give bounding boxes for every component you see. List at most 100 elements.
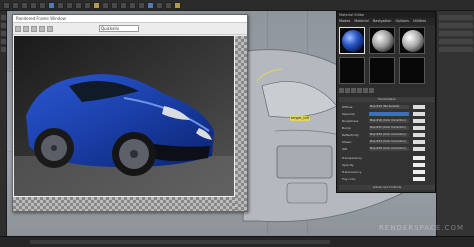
render-window-checker-bottom: [13, 197, 235, 211]
param-map-button[interactable]: Map #16 (Color Correction): [369, 119, 409, 123]
clone-icon[interactable]: [31, 25, 37, 32]
param-label: Roughness: [342, 119, 359, 123]
material-editor-icon[interactable]: [147, 1, 154, 9]
display-icon[interactable]: [1, 47, 6, 52]
assign-material-icon[interactable]: [351, 88, 356, 93]
redo-icon[interactable]: [12, 1, 19, 9]
param-row: Specular: [339, 111, 435, 117]
copy-icon[interactable]: [23, 25, 29, 32]
scale-icon[interactable]: [66, 1, 73, 9]
menu-options[interactable]: Options: [395, 18, 409, 25]
param-label: IOR: [342, 147, 348, 151]
render-icon[interactable]: [174, 1, 181, 9]
render-window-checker-right: [235, 36, 247, 211]
material-slot-empty[interactable]: [399, 57, 425, 84]
material-parameters: Parameters Diffuse Map #10 (Tex Sample) …: [339, 97, 435, 192]
param-row: Fog color: [339, 176, 435, 182]
view-dropdown[interactable]: Quicksilv: [99, 25, 139, 32]
align-icon[interactable]: [111, 1, 118, 9]
select-icon[interactable]: [39, 1, 46, 9]
command-panel: [436, 11, 474, 236]
material-slot-empty[interactable]: [369, 57, 395, 84]
color-swatch[interactable]: [413, 170, 425, 174]
clear-icon[interactable]: [47, 25, 53, 32]
undo-icon[interactable]: [3, 1, 10, 9]
time-slider[interactable]: [30, 240, 330, 244]
rotate-icon[interactable]: [57, 1, 64, 9]
create-icon[interactable]: [1, 15, 6, 20]
material-slot-grey[interactable]: [369, 27, 395, 54]
color-swatch[interactable]: [413, 133, 425, 137]
print-icon[interactable]: [39, 25, 45, 32]
watermark: RENDERSPACE.COM: [378, 224, 464, 232]
snap-icon[interactable]: [75, 1, 82, 9]
menu-modes[interactable]: Modes: [339, 18, 350, 25]
unlink-icon[interactable]: [30, 1, 37, 9]
color-swatch[interactable]: [413, 177, 425, 181]
command-panel-button[interactable]: [439, 23, 473, 28]
command-panel-button[interactable]: [439, 47, 473, 52]
modify-icon[interactable]: [1, 23, 6, 28]
menu-utilities[interactable]: Utilities: [413, 18, 426, 25]
rendered-car-image: [14, 36, 234, 196]
command-panel-button[interactable]: [439, 15, 473, 20]
move-icon[interactable]: [48, 1, 55, 9]
param-row: Opacity: [339, 162, 435, 168]
material-slot-empty[interactable]: [339, 57, 365, 84]
param-map-button[interactable]: Map #28 (Color Correction): [369, 147, 409, 151]
copy-material-icon[interactable]: [363, 88, 368, 93]
param-map-button[interactable]: Map #20 (Color Correction): [369, 133, 409, 137]
color-swatch[interactable]: [413, 105, 425, 109]
link-icon[interactable]: [21, 1, 28, 9]
reset-map-icon[interactable]: [357, 88, 362, 93]
param-label: Reflectivity: [342, 133, 359, 137]
param-map-button[interactable]: Map #34 (Color Correction): [369, 140, 409, 144]
motion-icon[interactable]: [1, 39, 6, 44]
material-editor-panel: Material Editor Modes Material Navigatio…: [336, 11, 436, 193]
angle-snap-icon[interactable]: [84, 1, 91, 9]
left-command-strip: [0, 11, 7, 236]
command-panel-button[interactable]: [439, 31, 473, 36]
param-row: Sheen Map #34 (Color Correction): [339, 139, 435, 145]
param-map-button[interactable]: [369, 112, 409, 116]
param-label: Fog color: [342, 177, 356, 181]
render-setup-icon[interactable]: [156, 1, 163, 9]
render-frame-icon[interactable]: [165, 1, 172, 9]
save-icon[interactable]: [15, 25, 21, 32]
render-window-toolbar: Quicksilv: [13, 23, 247, 35]
param-map-button[interactable]: Map #15 (Color Correction): [369, 126, 409, 130]
layer-icon[interactable]: [120, 1, 127, 9]
mirror-icon[interactable]: [102, 1, 109, 9]
param-row: IOR Map #28 (Color Correction): [339, 146, 435, 152]
show-map-icon[interactable]: [369, 88, 374, 93]
get-material-icon[interactable]: [339, 88, 344, 93]
param-label: Opacity: [342, 163, 354, 167]
param-label: Translucency: [342, 170, 362, 174]
param-map-button[interactable]: Map #10 (Tex Sample): [369, 105, 409, 109]
material-slot-blue[interactable]: [339, 27, 365, 54]
advanced-controls-header[interactable]: Advanced Controls: [339, 185, 435, 190]
color-swatch[interactable]: [413, 126, 425, 130]
color-swatch[interactable]: [413, 156, 425, 160]
color-swatch[interactable]: [413, 140, 425, 144]
command-panel-button[interactable]: [439, 39, 473, 44]
put-material-icon[interactable]: [345, 88, 350, 93]
param-label: Bump: [342, 126, 351, 130]
schematic-icon[interactable]: [138, 1, 145, 9]
color-swatch[interactable]: [413, 147, 425, 151]
param-label: Specular: [342, 112, 356, 116]
named-selection-icon[interactable]: [93, 1, 100, 9]
color-swatch[interactable]: [413, 112, 425, 116]
color-swatch[interactable]: [413, 163, 425, 167]
parameters-header[interactable]: Parameters: [339, 97, 435, 102]
menu-material[interactable]: Material: [354, 18, 368, 25]
hierarchy-icon[interactable]: [1, 31, 6, 36]
main-toolbar: [0, 0, 474, 11]
color-swatch[interactable]: [413, 119, 425, 123]
curve-editor-icon[interactable]: [129, 1, 136, 9]
param-label: Transparency: [342, 156, 363, 160]
menu-navigation[interactable]: Navigation: [373, 18, 392, 25]
material-slot-grey-2[interactable]: [399, 27, 425, 54]
param-label: Sheen: [342, 140, 352, 144]
object-label-tag: target_loft: [290, 116, 311, 121]
